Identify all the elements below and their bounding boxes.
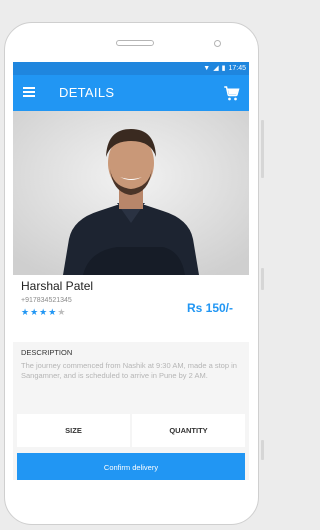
page-title: DETAILS [59,85,115,100]
battery-icon: ▮ [221,65,226,72]
phone-side-button [261,268,264,290]
description-text: The journey commenced from Nashik at 9:3… [21,361,237,380]
menu-icon[interactable] [23,87,35,97]
profile-name: Harshal Patel [21,279,94,293]
profile-photo [13,111,249,275]
star-icon: ★ [21,307,31,317]
status-time: 17:45 [228,65,246,72]
star-icon: ★ [39,307,49,317]
phone-side-button [261,440,264,460]
star-icon: ★ [30,307,40,317]
options-row: SIZE QUANTITY [13,414,249,447]
star-icon: ★ [57,307,67,317]
description-section: DESCRIPTION The journey commenced from N… [13,342,249,410]
wifi-icon: ▼ [203,65,211,72]
quantity-button[interactable]: QUANTITY [132,414,245,447]
status-bar: ▼ ◢ ▮ 17:45 [13,62,249,75]
size-button[interactable]: SIZE [17,414,130,447]
profile-info: Harshal Patel +917834521345 ★★★★★ Rs 150… [13,275,249,342]
confirm-delivery-button[interactable]: Confirm delivery [17,453,245,480]
app-bar: DETAILS [13,75,249,111]
signal-icon: ◢ [213,65,219,72]
phone-side-button [261,120,264,178]
phone-speaker [116,40,154,46]
app-screen: ▼ ◢ ▮ 17:45 DETAILS Harshal Patel +91783… [13,62,249,480]
cart-icon[interactable] [222,84,240,102]
price-label: Rs 150/- [186,301,233,315]
star-icon: ★ [48,307,58,317]
description-title: DESCRIPTION [21,348,73,357]
phone-camera [214,40,221,47]
